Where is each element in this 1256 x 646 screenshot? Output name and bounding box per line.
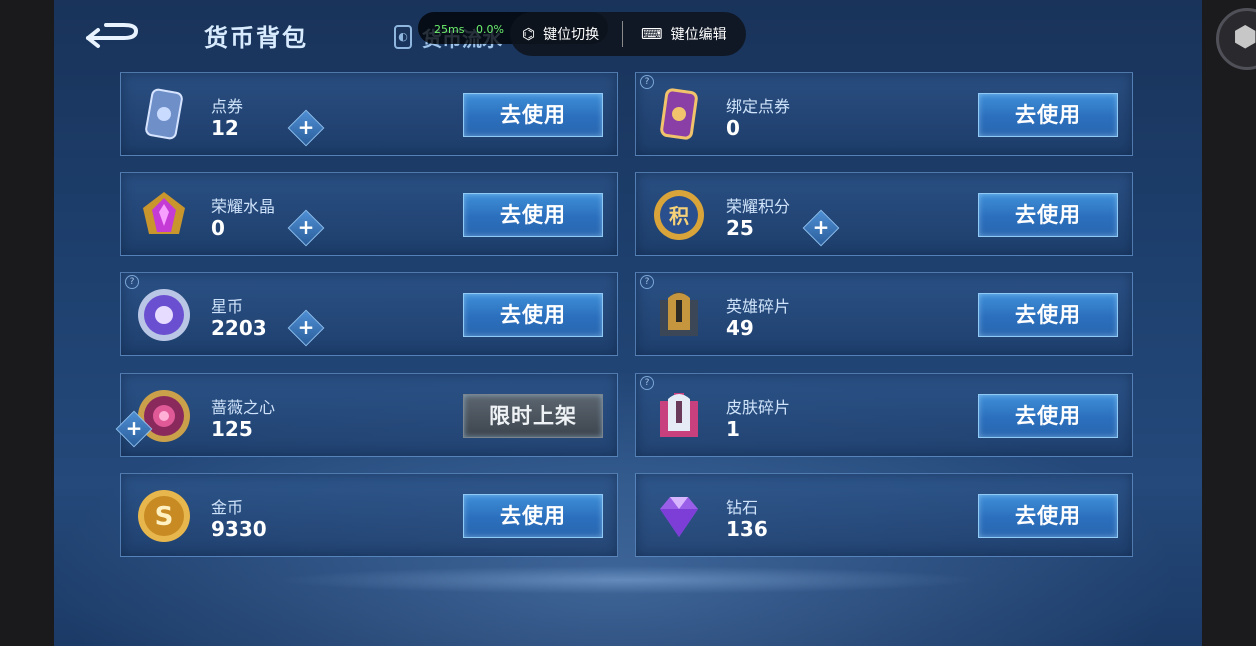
- svg-text:积: 积: [669, 204, 689, 228]
- back-arrow-icon[interactable]: [84, 22, 140, 50]
- currency-card: ? 星币 2203 + 去使用: [120, 272, 618, 356]
- currency-name: 荣耀积分: [726, 197, 791, 216]
- plus-icon: +: [297, 315, 315, 339]
- currency-card: 荣耀水晶 0 + 去使用: [120, 172, 618, 256]
- add-currency-button[interactable]: +: [287, 209, 325, 247]
- currency-card: 积 荣耀积分 25 + 去使用: [635, 172, 1133, 256]
- keymap-switch-label: 键位切换: [543, 27, 600, 43]
- currency-name: 英雄碎片: [726, 297, 791, 316]
- add-currency-button[interactable]: +: [802, 209, 840, 247]
- currency-name: 点券: [211, 97, 244, 116]
- keymap-toolbar: ⌬ 键位切换 ⌨ 键位编辑: [510, 12, 746, 56]
- plus-icon: +: [125, 416, 143, 440]
- skin-fragment-icon: [650, 387, 708, 445]
- currency-name: 金币: [211, 498, 244, 517]
- currency-name: 皮肤碎片: [726, 398, 791, 417]
- use-button[interactable]: 去使用: [978, 93, 1118, 137]
- currency-count: 12: [211, 116, 239, 140]
- use-button[interactable]: 去使用: [463, 193, 603, 237]
- use-button[interactable]: 限时上架: [463, 394, 603, 438]
- plus-icon: +: [297, 215, 315, 239]
- bound-coupon-icon: [650, 86, 708, 144]
- plus-icon: +: [812, 215, 830, 239]
- currency-name: 钻石: [726, 498, 759, 517]
- plus-icon: +: [297, 115, 315, 139]
- use-button[interactable]: 去使用: [463, 293, 603, 337]
- currency-name: 绑定点券: [726, 97, 791, 116]
- use-button[interactable]: 去使用: [463, 494, 603, 538]
- currency-card: S 金币 9330 去使用: [120, 473, 618, 557]
- use-button[interactable]: 去使用: [978, 394, 1118, 438]
- add-currency-button[interactable]: +: [287, 309, 325, 347]
- currency-card: 蔷薇之心 125 + 限时上架: [115, 373, 618, 457]
- currency-name: 蔷薇之心: [211, 398, 276, 417]
- ping-latency: 25ms: [434, 23, 465, 36]
- gold-coin-icon: S: [135, 487, 193, 545]
- currency-count: 1: [726, 417, 740, 441]
- currency-name: 荣耀水晶: [211, 197, 276, 216]
- gamepad-icon: ⌨: [641, 25, 663, 43]
- currency-count: 9330: [211, 517, 267, 541]
- currency-count: 0: [211, 216, 225, 240]
- svg-text:S: S: [155, 502, 174, 532]
- currency-count: 2203: [211, 316, 267, 340]
- glory-points-icon: 积: [650, 186, 708, 244]
- keymap-edit-label: 键位编辑: [670, 27, 727, 43]
- right-side-bar: [1202, 0, 1256, 646]
- currency-card: 点券 12 + 去使用: [120, 72, 618, 156]
- currency-count: 49: [726, 316, 754, 340]
- use-button[interactable]: 去使用: [463, 93, 603, 137]
- currency-count: 0: [726, 116, 740, 140]
- glory-crystal-icon: [135, 186, 193, 244]
- currency-card: ? 英雄碎片 49 去使用: [635, 272, 1133, 356]
- coupon-icon: [135, 86, 193, 144]
- currency-count: 25: [726, 216, 754, 240]
- use-button[interactable]: 去使用: [978, 494, 1118, 538]
- use-button[interactable]: 去使用: [978, 293, 1118, 337]
- keymap-switch-button[interactable]: ⌬ 键位切换: [510, 12, 622, 56]
- hero-fragment-icon: [650, 286, 708, 344]
- currency-card: ? 皮肤碎片 1 去使用: [635, 373, 1133, 457]
- keymap-edit-button[interactable]: ⌨ 键位编辑: [623, 12, 727, 56]
- ping-loss: 0.0%: [476, 23, 504, 36]
- page-title: 货币背包: [204, 24, 308, 52]
- use-button[interactable]: 去使用: [978, 193, 1118, 237]
- currency-count: 136: [726, 517, 768, 541]
- flow-icon: ◐: [394, 25, 412, 49]
- gamepad-switch-icon: ⌬: [522, 25, 536, 43]
- currency-name: 星币: [211, 297, 244, 316]
- add-currency-button[interactable]: +: [287, 109, 325, 147]
- diamond-icon: [650, 487, 708, 545]
- currency-card: 钻石 136 去使用: [635, 473, 1133, 557]
- currency-card: ? 绑定点券 0 去使用: [635, 72, 1133, 156]
- currency-count: 125: [211, 417, 253, 441]
- star-coin-icon: [135, 286, 193, 344]
